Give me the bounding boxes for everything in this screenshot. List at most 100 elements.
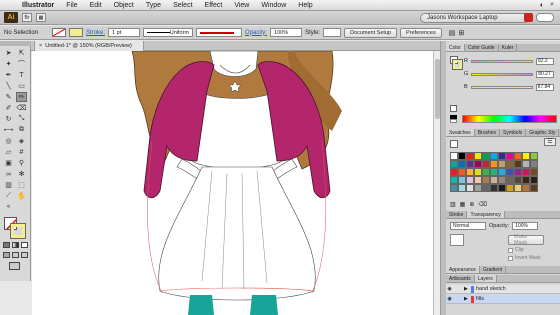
tab-appearance[interactable]: Appearance (446, 266, 480, 273)
shape-builder-tool-icon[interactable]: ◎ (3, 136, 14, 146)
slider-r-value[interactable]: 82.2 (535, 57, 554, 65)
clip-checkbox-box[interactable] (508, 247, 513, 253)
swatch-cell[interactable] (458, 184, 466, 192)
menu-effect[interactable]: Effect (199, 2, 229, 9)
swatch-libraries-icon[interactable]: ▥ (450, 201, 456, 208)
swatch-cell[interactable] (474, 152, 482, 160)
gradient-button-icon[interactable] (12, 242, 19, 248)
close-tab-icon[interactable]: × (39, 43, 42, 49)
hand-tool-icon[interactable]: ✋ (16, 191, 27, 201)
swatch-cell[interactable] (450, 152, 458, 160)
mesh-tool-icon[interactable]: # (16, 147, 27, 157)
screen-mode-icon[interactable] (9, 262, 20, 270)
scale-tool-icon[interactable]: ⤡ (16, 114, 27, 124)
swatch-cell[interactable] (458, 160, 466, 168)
swatch-cell[interactable] (506, 152, 514, 160)
gradient-tool-icon[interactable]: ▣ (3, 158, 14, 168)
document-tab[interactable]: × Untitled-1* @ 150% (RGB/Preview) (34, 41, 144, 51)
line-tool-icon[interactable]: ╲ (3, 81, 14, 91)
color-button-icon[interactable] (3, 242, 10, 248)
document-setup-button[interactable]: Document Setup (344, 27, 398, 38)
swatch-cell[interactable] (498, 184, 506, 192)
workspace-switcher[interactable]: Jasons Workspace Laptop (420, 12, 530, 23)
preferences-button[interactable]: Preferences (400, 27, 442, 38)
swatch-cell[interactable] (522, 176, 530, 184)
swatch-cell[interactable] (530, 152, 538, 160)
swatch-cell[interactable] (490, 160, 498, 168)
swatch-cell[interactable] (506, 160, 514, 168)
tab-kuler[interactable]: Kuler (499, 44, 518, 51)
swatch-cell[interactable] (482, 152, 490, 160)
slider-g-value[interactable]: 80.27 (536, 70, 555, 78)
stroke-color-box[interactable] (10, 223, 26, 239)
rectangle-tool-icon[interactable]: ▭ (16, 81, 27, 91)
visibility-eye-icon[interactable]: ◉ (446, 296, 453, 302)
swatch-cell[interactable] (458, 168, 466, 176)
slider-g-track[interactable] (471, 72, 534, 76)
swatch-cell[interactable] (466, 152, 474, 160)
menu-type[interactable]: Type (140, 2, 167, 9)
swatch-cell[interactable] (490, 168, 498, 176)
white-color-icon[interactable] (450, 119, 457, 123)
swatch-fill-indicator[interactable] (450, 140, 458, 148)
menu-select[interactable]: Select (167, 2, 198, 9)
brush-definition[interactable] (196, 28, 243, 37)
draw-behind-icon[interactable] (12, 252, 19, 258)
blob-brush-tool-icon[interactable]: ✐ (3, 103, 14, 113)
transparency-opacity-field[interactable]: 100% (512, 222, 539, 230)
delete-swatch-icon[interactable]: ⌫ (478, 201, 486, 208)
swatch-cell[interactable] (490, 184, 498, 192)
swatch-cell[interactable] (522, 160, 530, 168)
spotlight-icon[interactable]: ⌕ (550, 1, 554, 9)
menu-edit[interactable]: Edit (84, 2, 108, 9)
stroke-swatch[interactable] (69, 28, 84, 37)
artboard-canvas[interactable] (32, 51, 440, 315)
artboard-tool-icon[interactable]: ⬚ (16, 180, 27, 190)
slider-g[interactable]: G 80.27 (464, 70, 558, 78)
swatch-cell[interactable] (474, 176, 482, 184)
variable-width-profile[interactable]: Uniform (143, 28, 194, 37)
swatch-cell[interactable] (466, 184, 474, 192)
arrange-documents-icon[interactable]: ▦ (36, 13, 46, 22)
swatch-cell[interactable] (450, 176, 458, 184)
search-field[interactable] (536, 13, 554, 22)
swatch-cell[interactable] (490, 176, 498, 184)
swatch-cell[interactable] (490, 152, 498, 160)
swatch-cell[interactable] (482, 160, 490, 168)
perspective-grid-tool-icon[interactable]: ▱ (3, 147, 14, 157)
slice-tool-icon[interactable]: ⟋ (3, 191, 14, 201)
opacity-field[interactable]: 100% (270, 28, 303, 37)
swatch-cell[interactable] (522, 152, 530, 160)
slider-b-value[interactable]: 87.84 (535, 83, 554, 91)
show-swatch-kinds-icon[interactable]: ▦ (460, 201, 466, 208)
bridge-icon[interactable]: Br (22, 13, 32, 22)
transform-icon[interactable]: ⊞ (458, 29, 464, 37)
rotate-tool-icon[interactable]: ↻ (3, 114, 14, 124)
swatch-cell[interactable] (506, 176, 514, 184)
tab-gradient[interactable]: Gradient (480, 266, 507, 273)
tab-graphic-styles[interactable]: Graphic Sty (526, 129, 560, 136)
new-swatch-icon[interactable]: ⊕ (469, 201, 474, 208)
menu-file[interactable]: File (60, 2, 83, 9)
tools-panel-header[interactable] (0, 41, 31, 46)
menu-object[interactable]: Object (108, 2, 140, 9)
graphic-style-picker[interactable] (323, 28, 342, 37)
tab-brushes[interactable]: Brushes (475, 129, 501, 136)
tab-swatches[interactable]: Swatches (446, 129, 475, 136)
status-icon[interactable]: ◐ (540, 2, 544, 9)
swatch-cell[interactable] (466, 176, 474, 184)
slider-r-track[interactable] (470, 59, 533, 63)
none-color-icon[interactable] (450, 105, 457, 112)
blend-mode-select[interactable]: Normal (450, 222, 486, 230)
list-view-icon[interactable]: ☰ (544, 138, 556, 146)
tab-stroke[interactable]: Stroke (446, 211, 468, 218)
draw-normal-icon[interactable] (3, 252, 10, 258)
menu-app[interactable]: Illustrator (16, 2, 60, 9)
swatch-cell[interactable] (466, 160, 474, 168)
zoom-tool-icon[interactable]: ⚬ (3, 202, 14, 212)
lasso-tool-icon[interactable]: ⌒ (16, 59, 27, 69)
swatch-cell[interactable] (530, 176, 538, 184)
selection-tool-icon[interactable]: ➤ (3, 48, 14, 58)
tab-color-guide[interactable]: Color Guide (465, 44, 499, 51)
menu-view[interactable]: View (228, 2, 255, 9)
